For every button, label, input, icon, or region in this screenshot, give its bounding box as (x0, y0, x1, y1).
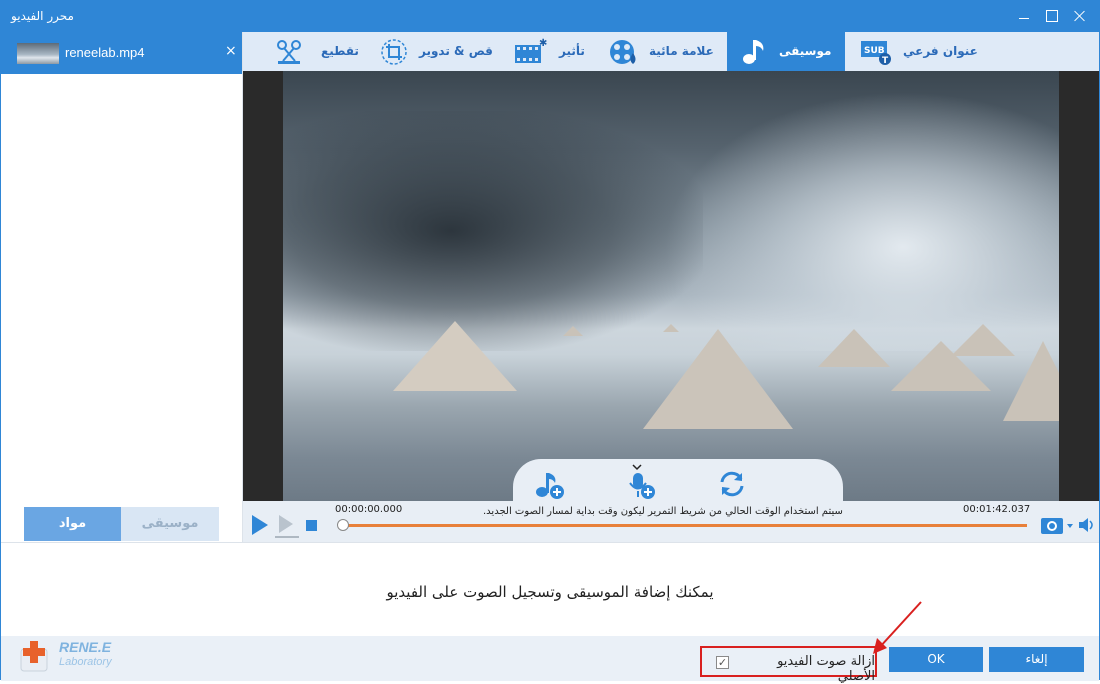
salt-pile (1003, 341, 1059, 421)
record-voice-icon[interactable] (623, 463, 657, 501)
ok-button[interactable]: OK (889, 647, 983, 672)
salt-pile (393, 321, 517, 391)
total-duration: 00:01:42.037 (963, 504, 1031, 515)
tab-trim-label: تقطيع (321, 44, 359, 58)
player-controls: 00:00:00.000 سيتم استخدام الوقت الحالي م… (243, 459, 1099, 542)
close-window-button[interactable] (1065, 1, 1095, 32)
file-list-panel: reneelab.mp4 × مواد موسيقى (1, 32, 243, 542)
replace-audio-icon[interactable] (715, 467, 749, 501)
volume-icon[interactable] (1077, 515, 1097, 535)
timeline-hint: سيتم استخدام الوقت الحالي من شريط التمري… (483, 506, 843, 517)
tab-watermark-label: علامة مائية (649, 44, 714, 58)
salt-pile (818, 329, 890, 367)
svg-text:✱: ✱ (539, 38, 547, 49)
tab-subtitle-label: عنوان فرعي (903, 44, 978, 58)
cancel-button[interactable]: إلغاء (989, 647, 1084, 672)
video-editor-window: محرر الفيديو reneelab.mp4 × مواد موسيقى … (0, 0, 1100, 684)
bottom-panel: يمكنك إضافة الموسيقى وتسجيل الصوت على ال… (1, 542, 1099, 684)
stop-icon[interactable] (305, 519, 319, 533)
title-bar: محرر الفيديو (1, 1, 1099, 32)
tab-effect[interactable]: ✱ تأثير (511, 32, 601, 71)
video-preview (243, 71, 1099, 501)
video-frame (283, 71, 1059, 501)
remove-file-icon[interactable]: × (225, 43, 239, 59)
scissors-icon (277, 40, 301, 64)
tab-crop-rotate-label: قص & تدوير (419, 44, 493, 58)
crop-rotate-icon (381, 39, 407, 65)
play-segment-icon[interactable] (273, 513, 301, 539)
rene-logo-icon (20, 641, 48, 672)
add-music-icon[interactable] (533, 467, 567, 501)
remove-audio-checkbox[interactable]: ✓ (716, 656, 729, 669)
tab-music[interactable]: موسيقى (727, 32, 845, 71)
tab-trim[interactable]: تقطيع (273, 32, 365, 71)
editor-tabs: SUB T عنوان فرعي موسيقى علامة مائية ✱ تأ… (243, 32, 1099, 71)
play-icon[interactable] (249, 513, 271, 537)
storm-cloud (283, 111, 703, 351)
svg-text:T: T (882, 56, 889, 66)
tab-subtitle[interactable]: SUB T عنوان فرعي (855, 32, 989, 71)
music-tab-description: يمكنك إضافة الموسيقى وتسجيل الصوت على ال… (386, 583, 714, 601)
tab-watermark[interactable]: علامة مائية (605, 32, 725, 71)
audio-tools-panel (513, 459, 843, 501)
timeline-bar[interactable] (341, 524, 1027, 527)
salt-pile (663, 324, 679, 332)
logo-text: RENE.E (59, 639, 112, 655)
effect-film-icon: ✱ (515, 38, 547, 63)
footer-bar: RENE.E Laboratory ✓ ازالة صوت الفيديو ال… (1, 601, 1099, 684)
window-title: محرر الفيديو (11, 9, 74, 23)
tab-effect-label: تأثير (559, 44, 585, 58)
minimize-button[interactable] (1009, 1, 1039, 32)
salt-pile (563, 326, 583, 336)
file-name: reneelab.mp4 (65, 45, 145, 60)
remove-original-audio-option[interactable]: ✓ ازالة صوت الفيديو الأصلي (700, 646, 877, 684)
current-time: 00:00:00.000 (335, 504, 403, 515)
file-list-item[interactable]: reneelab.mp4 × (1, 32, 242, 74)
logo-subtext: Laboratory (59, 656, 112, 668)
sky-highlight (663, 91, 1059, 351)
tab-crop-rotate[interactable]: قص & تدوير (377, 32, 497, 71)
maximize-button[interactable] (1037, 1, 1067, 32)
tab-materials[interactable]: مواد (24, 507, 121, 541)
watermark-icon (610, 40, 636, 64)
camera-snapshot-icon[interactable] (1039, 513, 1075, 537)
subtitle-icon: SUB T (861, 41, 891, 66)
salt-pile (643, 329, 793, 429)
video-thumbnail (17, 43, 59, 64)
tab-music-label: موسيقى (779, 44, 832, 58)
timeline-scrubber[interactable] (337, 519, 349, 531)
music-note-icon (743, 40, 764, 64)
tab-music-library[interactable]: موسيقى (121, 507, 219, 541)
